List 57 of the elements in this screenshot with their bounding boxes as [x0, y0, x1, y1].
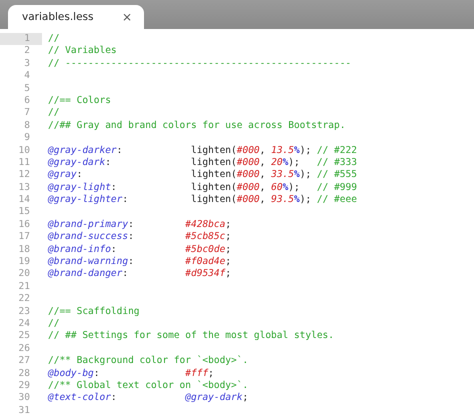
code-line: //** Background color for `<body>`. — [48, 355, 248, 368]
code-line: @brand-primary: #428bca; — [48, 218, 232, 232]
code-line: //== Scaffolding — [48, 306, 140, 318]
code-line: // — [48, 33, 60, 46]
line-number: 18 — [18, 244, 31, 256]
file-tab[interactable]: variables.less × — [8, 5, 144, 29]
line-number: 28 — [18, 368, 31, 380]
code-line: // -------------------------------------------------- — [48, 58, 352, 70]
code-line: @gray-darker: lighten(#000, 13.5%); // #222 — [48, 144, 357, 157]
code-line: @body-bg: #fff; — [48, 368, 214, 380]
code-line: // — [48, 107, 60, 120]
code-line: @brand-success: #5cb85c; — [48, 231, 232, 244]
line-number: 13 — [18, 182, 31, 194]
code-line: @brand-info: #5bc0de; — [48, 244, 232, 256]
line-number: 7 — [23, 107, 31, 120]
line-number: 8 — [23, 120, 31, 132]
line-number: 11 — [18, 156, 31, 170]
code-line: //** Global text color on `<body>`. — [48, 380, 248, 392]
line-number: 24 — [18, 318, 31, 330]
line-number: 22 — [18, 293, 31, 306]
line-number: 23 — [18, 306, 31, 318]
code-line: // Variables — [48, 45, 117, 58]
code-line: @gray-lighter: lighten(#000, 93.5%); // #eee — [48, 194, 357, 206]
line-number: 30 — [18, 392, 31, 405]
line-number: 12 — [18, 169, 31, 182]
line-number: 29 — [18, 380, 31, 392]
line-number: 16 — [18, 218, 31, 232]
close-tab-button[interactable]: × — [122, 10, 132, 24]
line-number: 15 — [18, 206, 31, 219]
code-line: @gray-dark: lighten(#000, 20%); // #333 — [48, 156, 357, 170]
line-number: 21 — [18, 280, 31, 294]
code-line: //## Gray and brand colors for use across Bootstrap. — [48, 120, 346, 132]
line-number: 20 — [18, 268, 31, 281]
tab-title: variables.less — [22, 11, 94, 23]
code-line: @brand-danger: #d9534f; — [48, 268, 232, 281]
line-number: 5 — [23, 82, 31, 95]
line-number: 4 — [23, 70, 31, 83]
line-number: 6 — [23, 94, 31, 108]
line-number: 2 — [23, 45, 31, 58]
line-number: 31 — [18, 404, 31, 415]
line-number: 1 — [0, 33, 42, 46]
line-number: 14 — [18, 194, 31, 206]
line-number: 25 — [18, 330, 31, 343]
line-number: 26 — [18, 342, 31, 356]
line-number: 9 — [23, 132, 31, 145]
line-number: 3 — [23, 58, 31, 70]
code-line: // ## Settings for some of the most global styles. — [48, 330, 334, 343]
code-line: // — [48, 318, 60, 330]
line-number: 17 — [18, 231, 31, 244]
code-line: @gray: lighten(#000, 33.5%); // #555 — [48, 169, 357, 182]
code-line: @text-color: @gray-dark; — [48, 392, 248, 405]
line-number: 19 — [18, 256, 31, 268]
line-number: 27 — [18, 355, 31, 368]
code-line: @gray-light: lighten(#000, 60%); // #999 — [48, 182, 357, 194]
code-line: //== Colors — [48, 94, 111, 108]
code-line: @brand-warning: #f0ad4e; — [48, 256, 232, 268]
line-number: 10 — [18, 144, 31, 157]
